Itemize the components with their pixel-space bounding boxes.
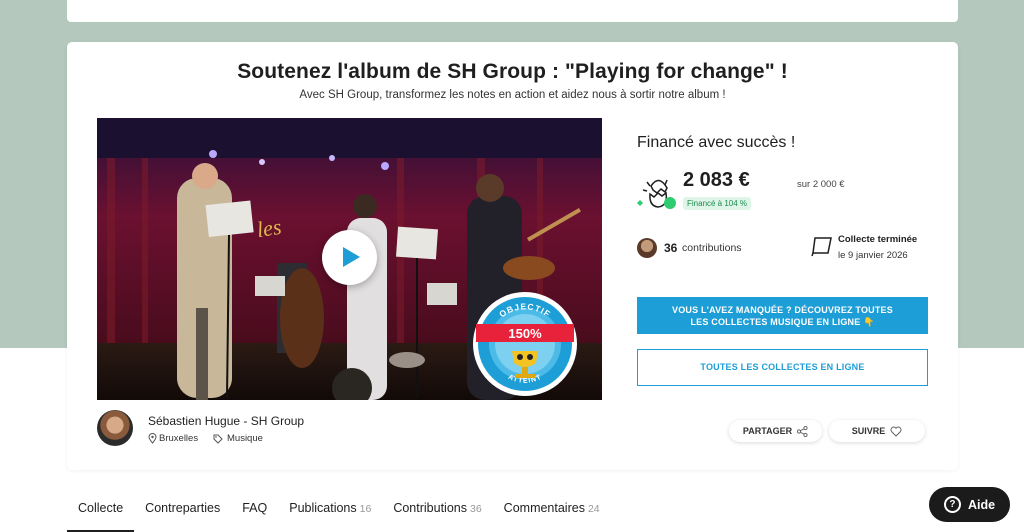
funding-goal: sur 2 000 € — [797, 179, 845, 190]
follow-label: SUIVRE — [851, 426, 886, 436]
play-icon — [343, 247, 360, 267]
discover-button-line2: LES COLLECTES MUSIQUE EN LIGNE 👇 — [690, 317, 875, 327]
tab-label: Commentaires — [503, 501, 585, 515]
funded-percent-badge: Financé à 104 % — [683, 197, 752, 210]
discover-music-collections-button[interactable]: VOUS L'AVEZ MANQUÉE ? DÉCOUVREZ TOUTES L… — [637, 297, 928, 334]
project-card: Soutenez l'album de SH Group : "Playing … — [67, 42, 958, 470]
help-label: Aide — [967, 497, 996, 512]
project-subtitle: Avec SH Group, transformez les notes en … — [299, 89, 726, 101]
location-text: Bruxelles — [159, 433, 199, 444]
tab-contributions[interactable]: Contributions 36 — [382, 498, 492, 532]
amount-raised: 2 083 € — [683, 169, 750, 191]
discover-button-line1: VOUS L'AVEZ MANQUÉE ? DÉCOUVREZ TOUTES — [672, 305, 893, 315]
tab-count: 16 — [359, 503, 372, 515]
contributions-label: contributions — [682, 242, 742, 254]
author-category: Musique — [213, 433, 263, 444]
all-collections-button[interactable]: TOUTES LES COLLECTES EN LIGNE — [637, 349, 928, 386]
help-icon: ? — [943, 496, 961, 513]
tab-label: Contreparties — [145, 501, 221, 515]
tab-label: Collecte — [78, 501, 124, 515]
tab-publications[interactable]: Publications 16 — [278, 498, 382, 532]
previous-card — [67, 0, 958, 22]
project-video[interactable]: les OBJECTIF ATTEINT 150% — [97, 118, 602, 400]
contributor-avatar — [637, 238, 657, 258]
contributions-count: 36 — [664, 241, 678, 255]
author-location: Bruxelles — [148, 433, 198, 444]
tag-icon — [213, 434, 223, 444]
svg-text:les: les — [255, 214, 283, 242]
help-button[interactable]: ? Aide — [929, 487, 1010, 522]
collection-ended-label: Collecte terminée — [838, 234, 918, 245]
project-tabs: Collecte Contreparties FAQ Publications 1… — [67, 498, 611, 532]
author-name[interactable]: Sébastien Hugue - SH Group — [148, 414, 304, 428]
project-title: Soutenez l'album de SH Group : "Playing … — [237, 60, 788, 83]
finish-flag-icon — [811, 237, 832, 257]
tab-collecte[interactable]: Collecte — [67, 498, 135, 532]
tab-label: FAQ — [242, 501, 268, 515]
tab-label: Publications — [289, 501, 357, 515]
follow-button[interactable]: SUIVRE — [829, 420, 925, 442]
tab-commentaires[interactable]: Commentaires 24 — [493, 498, 611, 532]
funding-status: Financé avec succès ! — [637, 134, 796, 151]
author-avatar[interactable] — [97, 410, 133, 446]
collection-end-date: le 9 janvier 2026 — [838, 250, 908, 261]
share-label: PARTAGER — [742, 426, 793, 436]
heart-icon — [890, 426, 902, 437]
tab-label: Contributions — [393, 501, 467, 515]
tab-count: 24 — [587, 503, 600, 515]
tab-contreparties[interactable]: Contreparties — [134, 498, 231, 532]
badge-percent: 150% — [508, 326, 542, 341]
location-pin-icon — [148, 433, 157, 444]
play-button[interactable] — [322, 230, 377, 285]
tab-count: 36 — [469, 503, 482, 515]
tab-faq[interactable]: FAQ — [231, 498, 278, 532]
category-text: Musique — [227, 433, 263, 444]
share-icon — [797, 425, 808, 437]
share-button[interactable]: PARTAGER — [729, 420, 822, 442]
objective-badge: OBJECTIF ATTEINT 150% — [473, 292, 577, 396]
success-egg-icon — [637, 179, 676, 209]
